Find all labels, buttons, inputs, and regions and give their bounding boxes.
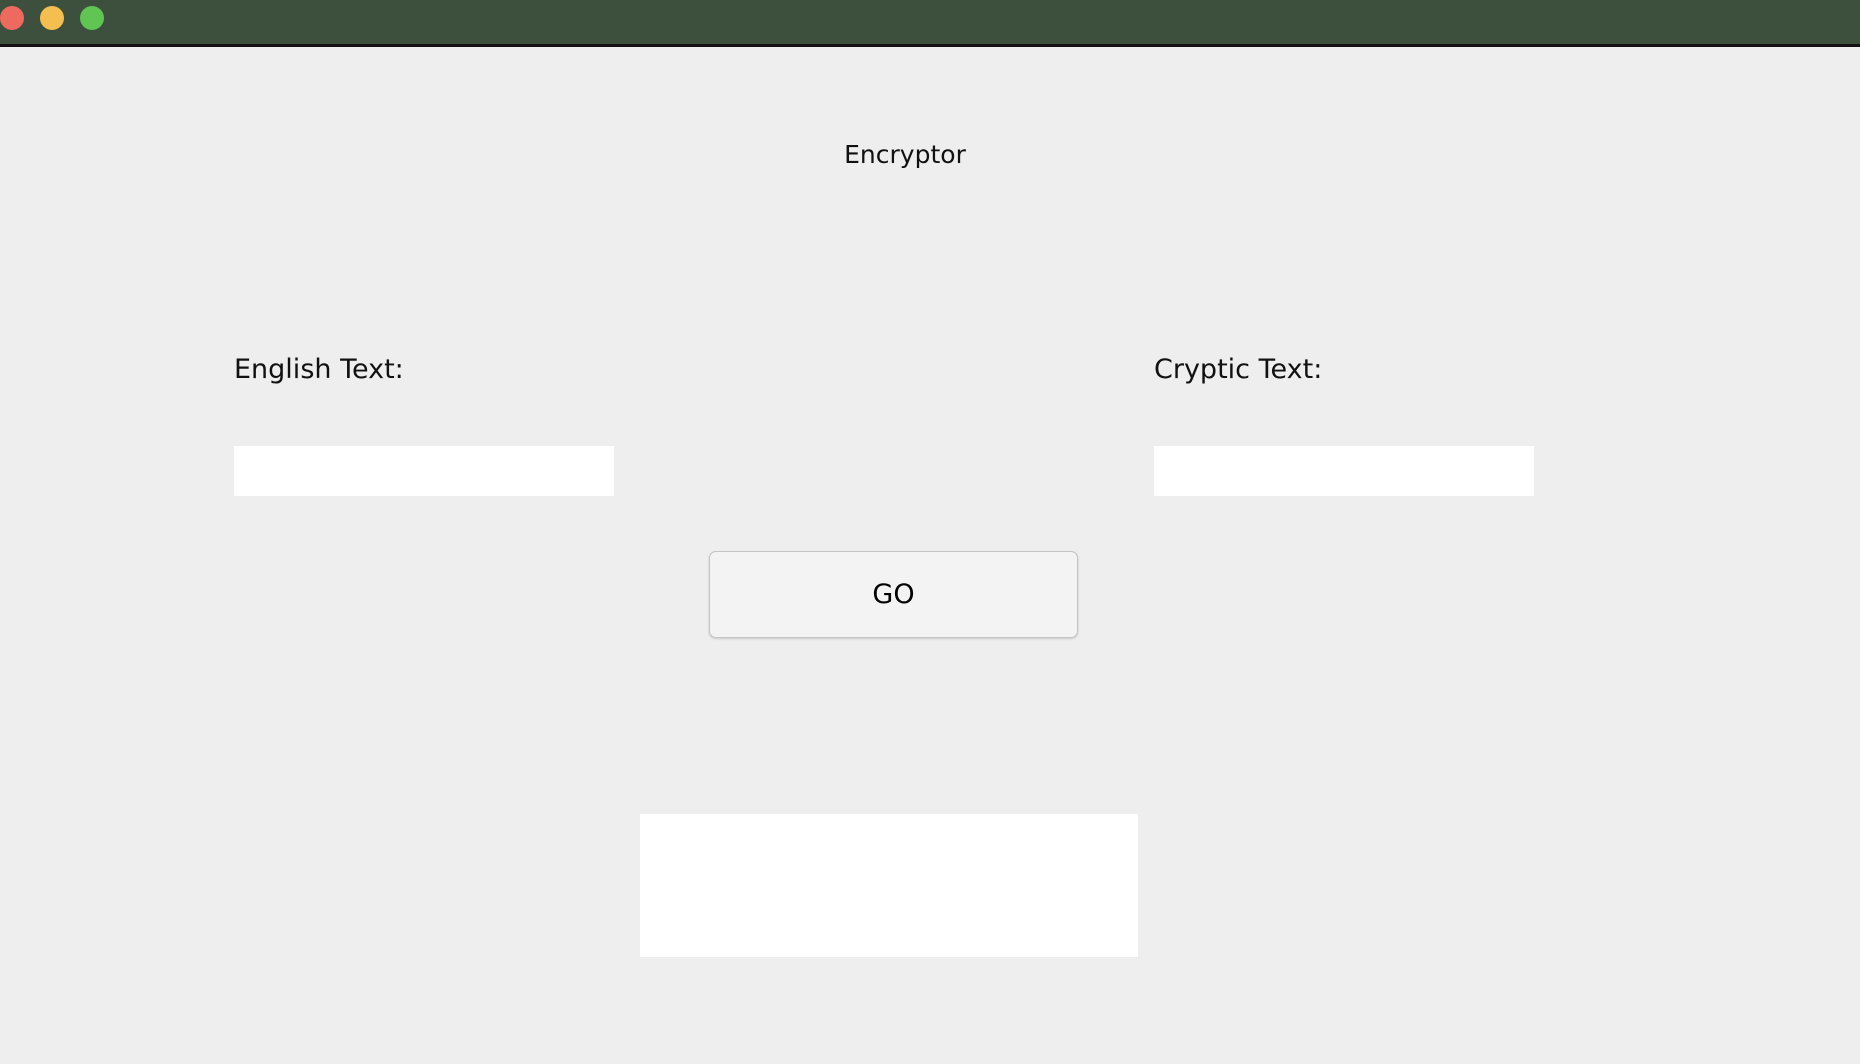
close-window-button[interactable] (0, 6, 24, 30)
english-text-input[interactable] (234, 446, 614, 496)
app-title: Encryptor (844, 140, 966, 169)
minimize-window-button[interactable] (40, 6, 64, 30)
zoom-window-button[interactable] (80, 6, 104, 30)
english-text-label: English Text: (234, 354, 404, 385)
go-button[interactable]: GO (709, 551, 1078, 638)
window-titlebar (0, 0, 1860, 47)
output-area (640, 814, 1138, 957)
cryptic-text-label: Cryptic Text: (1154, 354, 1323, 385)
cryptic-text-input[interactable] (1154, 446, 1534, 496)
